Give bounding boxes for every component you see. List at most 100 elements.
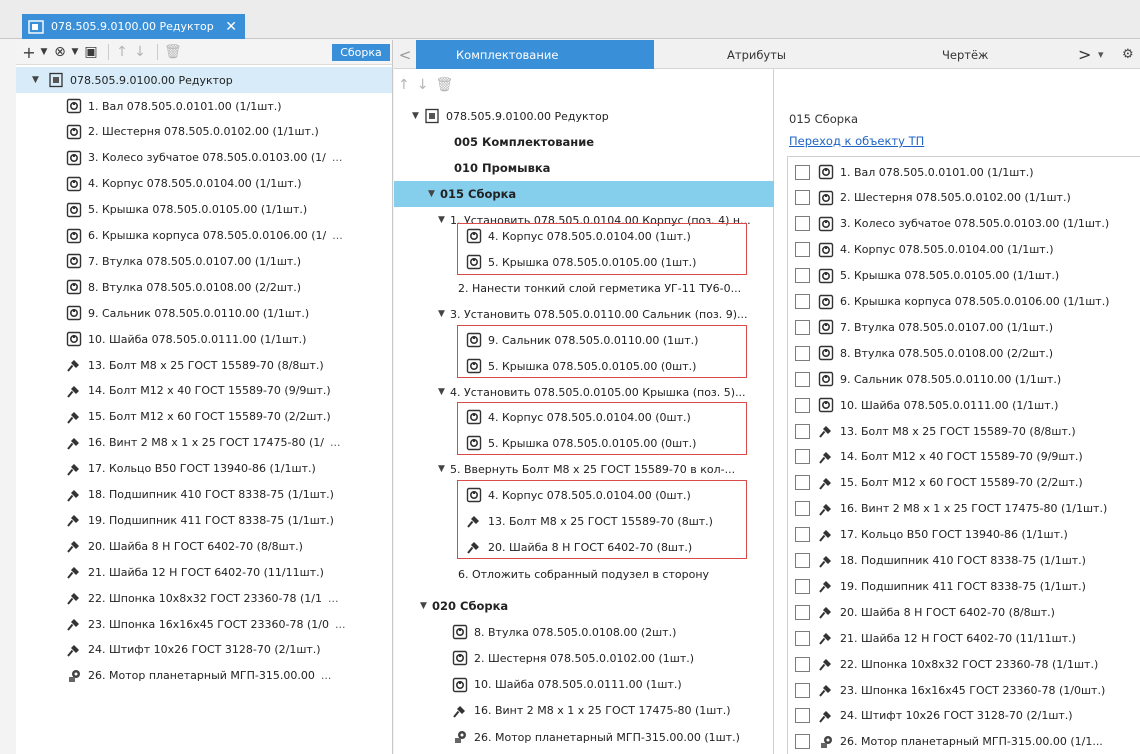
tree-item-more[interactable]: ...	[332, 151, 343, 164]
tree-item[interactable]: 13. Болт М8 х 25 ГОСТ 15589-70 (8/8шт.)	[66, 352, 391, 378]
tree-item[interactable]: 14. Болт М12 х 40 ГОСТ 15589-70 (9/9шт.)	[66, 378, 391, 404]
delete-icon[interactable]: 🗑	[164, 42, 182, 62]
checklist-item[interactable]: 3. Колесо зубчатое 078.505.0.0103.00 (1/…	[795, 211, 1109, 237]
tree-item[interactable]: 3. Колесо зубчатое 078.505.0.0103.00 (1/…	[66, 145, 391, 171]
operation-item[interactable]: 26. Мотор планетарный МГП-315.00.00 (1шт…	[452, 724, 740, 750]
item-checkbox[interactable]	[795, 294, 810, 309]
collapse-arrow-icon[interactable]: ▼	[32, 75, 44, 85]
tree-item[interactable]: 23. Шпонка 16х16х45 ГОСТ 23360-78 (1/0..…	[66, 611, 391, 637]
checklist-item[interactable]: 21. Шайба 12 Н ГОСТ 6402-70 (11/11шт.)	[795, 625, 1076, 651]
step-item[interactable]: 5. Крышка 078.505.0.0105.00 (1шт.)	[466, 249, 696, 275]
close-icon[interactable]: ✕	[225, 19, 237, 35]
checklist-item[interactable]: 22. Шпонка 10х8х32 ГОСТ 23360-78 (1/1шт.…	[795, 651, 1098, 677]
item-checkbox[interactable]	[795, 423, 810, 439]
checklist-item[interactable]: 1. Вал 078.505.0.0101.00 (1/1шт.)	[795, 159, 1034, 185]
checklist-item[interactable]: 14. Болт М12 х 40 ГОСТ 15589-70 (9/9шт.)	[795, 444, 1083, 470]
process-root[interactable]: ▼ 078.505.9.0100.00 Редуктор	[412, 103, 609, 129]
step-item[interactable]: 9. Сальник 078.505.0.0110.00 (1шт.)	[466, 327, 698, 353]
tree-item-more[interactable]: ...	[328, 592, 339, 605]
item-checkbox[interactable]	[795, 501, 810, 517]
step-3[interactable]: ▼ 3. Установить 078.505.0.0110.00 Сальник…	[438, 301, 748, 327]
tree-item[interactable]: 17. Кольцо В50 ГОСТ 13940-86 (1/1шт.)	[66, 456, 391, 482]
document-tab[interactable]: 078.505.9.0100.00 Редуктор ✕	[22, 14, 245, 39]
move-down-icon[interactable]: ↓	[417, 77, 429, 93]
item-checkbox[interactable]	[795, 449, 810, 465]
checklist-item[interactable]: 17. Кольцо В50 ГОСТ 13940-86 (1/1шт.)	[795, 522, 1068, 548]
item-checkbox[interactable]	[795, 734, 810, 750]
tabs-menu-icon[interactable]: ▾	[1098, 40, 1104, 69]
filter-icon[interactable]: ⊗	[53, 42, 67, 62]
item-checkbox[interactable]	[795, 630, 810, 646]
operation-020[interactable]: ▼ 020 Сборка	[420, 593, 508, 619]
tree-item[interactable]: 2. Шестерня 078.505.0.0102.00 (1/1шт.)	[66, 119, 391, 145]
assembly-filter-button[interactable]: Сборка	[332, 44, 390, 61]
step-item[interactable]: 5. Крышка 078.505.0.0105.00 (0шт.)	[466, 430, 696, 456]
item-checkbox[interactable]	[795, 527, 810, 543]
checklist-item[interactable]: 5. Крышка 078.505.0.0105.00 (1/1шт.)	[795, 263, 1059, 289]
checklist-item[interactable]: 20. Шайба 8 Н ГОСТ 6402-70 (8/8шт.)	[795, 599, 1055, 625]
view-icon[interactable]: ▣	[84, 42, 98, 62]
item-checkbox[interactable]	[795, 164, 810, 180]
checklist-item[interactable]: 6. Крышка корпуса 078.505.0.0106.00 (1/1…	[795, 289, 1109, 315]
checklist-item[interactable]: 13. Болт М8 х 25 ГОСТ 15589-70 (8/8шт.)	[795, 418, 1076, 444]
tree-item[interactable]: 9. Сальник 078.505.0.0110.00 (1/1шт.)	[66, 300, 391, 326]
step-5[interactable]: ▼ 5. Ввернуть Болт М8 х 25 ГОСТ 15589-70 …	[438, 456, 735, 482]
item-checkbox[interactable]	[795, 397, 810, 413]
chevron-down-icon[interactable]: ▼	[71, 42, 79, 62]
collapse-arrow-icon[interactable]: ▼	[438, 215, 450, 225]
item-checkbox[interactable]	[795, 604, 810, 620]
gear-icon[interactable]: ⚙	[1122, 40, 1134, 69]
tabs-prev-icon[interactable]: <	[394, 40, 416, 69]
item-checkbox[interactable]	[795, 371, 810, 387]
item-checkbox[interactable]	[795, 475, 810, 491]
item-checkbox[interactable]	[795, 216, 810, 232]
item-checkbox[interactable]	[795, 656, 810, 672]
tab-drawing[interactable]: Чертёж	[942, 40, 988, 69]
item-checkbox[interactable]	[795, 682, 810, 698]
step-6[interactable]: 6. Отложить собранный подузел в сторону	[458, 561, 709, 587]
checklist-item[interactable]: 15. Болт М12 х 60 ГОСТ 15589-70 (2/2шт.)	[795, 470, 1083, 496]
move-up-icon[interactable]: ↑	[398, 77, 410, 93]
add-icon[interactable]: +	[22, 42, 36, 62]
collapse-arrow-icon[interactable]: ▼	[438, 309, 450, 319]
tree-item[interactable]: 18. Подшипник 410 ГОСТ 8338-75 (1/1шт.)	[66, 482, 391, 508]
item-checkbox[interactable]	[795, 242, 810, 258]
tree-item-more[interactable]: ...	[330, 436, 341, 449]
tree-item[interactable]: 24. Штифт 10х26 ГОСТ 3128-70 (2/1шт.)	[66, 637, 391, 663]
tree-item[interactable]: 5. Крышка 078.505.0.0105.00 (1/1шт.)	[66, 197, 391, 223]
tree-item[interactable]: 8. Втулка 078.505.0.0108.00 (2/2шт.)	[66, 274, 391, 300]
tree-item[interactable]: 1. Вал 078.505.0.0101.00 (1/1шт.)	[66, 93, 391, 119]
checklist-item[interactable]: 4. Корпус 078.505.0.0104.00 (1/1шт.)	[795, 237, 1053, 263]
checklist-item[interactable]: 9. Сальник 078.505.0.0110.00 (1/1шт.)	[795, 366, 1061, 392]
item-checkbox[interactable]	[795, 190, 810, 206]
checklist-item[interactable]: 23. Шпонка 16х16х45 ГОСТ 23360-78 (1/0шт…	[795, 677, 1105, 703]
collapse-arrow-icon[interactable]: ▼	[420, 601, 432, 611]
operation-item[interactable]: 2. Шестерня 078.505.0.0102.00 (1шт.)	[452, 645, 694, 671]
checklist-item[interactable]: 16. Винт 2 М8 х 1 х 25 ГОСТ 17475-80 (1/…	[795, 496, 1107, 522]
go-to-tp-object-link[interactable]: Переход к объекту ТП	[789, 134, 924, 148]
tree-item[interactable]: 21. Шайба 12 Н ГОСТ 6402-70 (11/11шт.)	[66, 559, 391, 585]
operation-item[interactable]: 16. Винт 2 М8 х 1 х 25 ГОСТ 17475-80 (1ш…	[452, 698, 731, 724]
step-item[interactable]: 4. Корпус 078.505.0.0104.00 (1шт.)	[466, 223, 691, 249]
tree-item[interactable]: 6. Крышка корпуса 078.505.0.0106.00 (1/.…	[66, 223, 391, 249]
item-checkbox[interactable]	[795, 708, 810, 724]
checklist-item[interactable]: 18. Подшипник 410 ГОСТ 8338-75 (1/1шт.)	[795, 548, 1086, 574]
checklist-item[interactable]: 8. Втулка 078.505.0.0108.00 (2/2шт.)	[795, 340, 1053, 366]
checklist-item[interactable]: 24. Штифт 10х26 ГОСТ 3128-70 (2/1шт.)	[795, 703, 1073, 729]
tree-item[interactable]: 4. Корпус 078.505.0.0104.00 (1/1шт.)	[66, 171, 391, 197]
tree-item-more[interactable]: ...	[332, 229, 343, 242]
delete-icon[interactable]: 🗑	[435, 77, 453, 93]
collapse-arrow-icon[interactable]: ▼	[438, 464, 450, 474]
tree-item-more[interactable]: ...	[335, 618, 346, 631]
operation-015[interactable]: ▼ 015 Сборка	[394, 181, 774, 207]
collapse-arrow-icon[interactable]: ▼	[428, 189, 440, 199]
tree-item[interactable]: 26. Мотор планетарный МГП-315.00.00...	[66, 663, 391, 689]
move-down-icon[interactable]: ↓	[133, 42, 147, 62]
tab-attributes[interactable]: Атрибуты	[727, 40, 786, 69]
operation-010[interactable]: 010 Промывка	[454, 155, 550, 181]
tree-item[interactable]: 7. Втулка 078.505.0.0107.00 (1/1шт.)	[66, 248, 391, 274]
item-checkbox[interactable]	[795, 553, 810, 568]
step-item[interactable]: 4. Корпус 078.505.0.0104.00 (0шт.)	[466, 482, 691, 508]
collapse-arrow-icon[interactable]: ▼	[438, 387, 450, 397]
tree-item-more[interactable]: ...	[321, 669, 332, 682]
